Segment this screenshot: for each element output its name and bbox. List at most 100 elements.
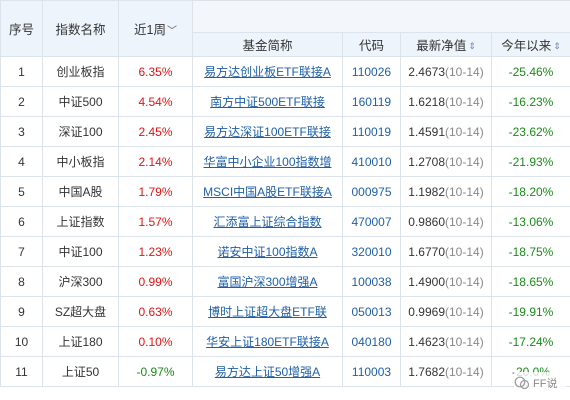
row-fund-cell: 汇添富上证综合指数 xyxy=(192,206,343,237)
row-code: 470007 xyxy=(342,206,401,237)
row-ytd: -16.23% xyxy=(491,86,570,117)
row-seq: 9 xyxy=(0,296,43,327)
row-nav: 1.1982 xyxy=(408,184,445,199)
row-fund-cell: 易方达深证100ETF联接 xyxy=(192,116,343,147)
fund-link[interactable]: 富国沪深300增强A xyxy=(217,275,317,289)
row-index-name: 中证500 xyxy=(42,86,119,117)
header-nav[interactable]: 最新净值 ⇕ xyxy=(400,32,492,57)
row-week-change: 0.99% xyxy=(118,266,193,297)
row-nav-date: (10-14) xyxy=(445,244,484,259)
row-nav-cell: 1.2708(10-14) xyxy=(400,146,492,177)
row-fund-cell: 南方中证500ETF联接 xyxy=(192,86,343,117)
header-blank-cell xyxy=(192,0,570,33)
row-seq: 4 xyxy=(0,146,43,177)
row-code: 050013 xyxy=(342,296,401,327)
fund-link[interactable]: 南方中证500ETF联接 xyxy=(210,95,325,109)
table-row: 3 深证100 2.45% 易方达深证100ETF联接 110019 1.4591(10-… xyxy=(0,116,570,147)
row-ytd: -25.46% xyxy=(491,56,570,87)
row-code: 320010 xyxy=(342,236,401,267)
row-nav-date: (10-14) xyxy=(445,304,484,319)
row-nav-date: (10-14) xyxy=(445,364,484,379)
row-index-name: 中国A股 xyxy=(42,176,119,207)
row-ytd: -18.75% xyxy=(491,236,570,267)
row-ytd: -17.24% xyxy=(491,326,570,357)
fund-link[interactable]: 易方达上证50增强A xyxy=(215,365,320,379)
row-index-name: 上证50 xyxy=(42,356,119,387)
row-nav-cell: 0.9860(10-14) xyxy=(400,206,492,237)
row-nav: 1.6218 xyxy=(408,94,445,109)
table-row: 7 中证100 1.23% 诺安中证100指数A 320010 1.6770(10-14)… xyxy=(0,236,570,267)
row-nav-date: (10-14) xyxy=(445,124,484,139)
row-nav-date: (10-14) xyxy=(445,214,484,229)
row-nav-cell: 0.9969(10-14) xyxy=(400,296,492,327)
row-fund-cell: 易方达上证50增强A xyxy=(192,356,343,387)
row-week-change: 4.54% xyxy=(118,86,193,117)
row-seq: 1 xyxy=(0,56,43,87)
row-fund-cell: 华富中小企业100指数增 xyxy=(192,146,343,177)
wechat-logo-icon xyxy=(514,376,530,390)
row-seq: 7 xyxy=(0,236,43,267)
row-nav-date: (10-14) xyxy=(445,64,484,79)
row-nav-date: (10-14) xyxy=(445,154,484,169)
row-index-name: 深证100 xyxy=(42,116,119,147)
row-fund-cell: 易方达创业板ETF联接A xyxy=(192,56,343,87)
row-nav-cell: 1.7682(10-14) xyxy=(400,356,492,387)
table-row: 8 沪深300 0.99% 富国沪深300增强A 100038 1.4900(10-14)… xyxy=(0,266,570,297)
row-week-change: 0.10% xyxy=(118,326,193,357)
row-nav: 0.9969 xyxy=(408,304,445,319)
row-ytd: -23.62% xyxy=(491,116,570,147)
header-ytd[interactable]: 今年以来 ⇕ xyxy=(491,32,570,57)
row-code: 410010 xyxy=(342,146,401,177)
row-seq: 11 xyxy=(0,356,43,387)
row-code: 100038 xyxy=(342,266,401,297)
fund-link[interactable]: 华安上证180ETF联接A xyxy=(206,335,329,349)
row-code: 110026 xyxy=(342,56,401,87)
header-week-change[interactable]: 近1周﹀ xyxy=(118,0,193,57)
header-seq: 序号 xyxy=(0,0,43,57)
row-nav-cell: 1.1982(10-14) xyxy=(400,176,492,207)
row-ytd: -18.20% xyxy=(491,176,570,207)
fund-link[interactable]: 博时上证超大盘ETF联 xyxy=(208,305,327,319)
row-ytd: -19.91% xyxy=(491,296,570,327)
row-nav: 1.2708 xyxy=(408,154,445,169)
fund-link[interactable]: 诺安中证100指数A xyxy=(217,245,317,259)
fund-link[interactable]: MSCI中国A股ETF联接A xyxy=(203,185,332,199)
fund-link[interactable]: 易方达深证100ETF联接 xyxy=(204,125,331,139)
table-row: 5 中国A股 1.79% MSCI中国A股ETF联接A 000975 1.1982(10-… xyxy=(0,176,570,207)
row-index-name: SZ超大盘 xyxy=(42,296,119,327)
fund-index-table-screen: 序号 指数名称 近1周﹀ 基金简称 代码 最新净值 ⇕ 今年以来 ⇕ 1 创业板指 6.… xyxy=(0,0,570,400)
row-nav-cell: 2.4673(10-14) xyxy=(400,56,492,87)
row-nav-date: (10-14) xyxy=(445,334,484,349)
row-week-change: 2.45% xyxy=(118,116,193,147)
row-seq: 5 xyxy=(0,176,43,207)
row-nav-cell: 1.4900(10-14) xyxy=(400,266,492,297)
fund-link[interactable]: 华富中小企业100指数增 xyxy=(203,155,331,169)
row-nav-cell: 1.4591(10-14) xyxy=(400,116,492,147)
row-index-name: 沪深300 xyxy=(42,266,119,297)
row-nav: 1.4900 xyxy=(408,274,445,289)
row-week-change: 2.14% xyxy=(118,146,193,177)
fund-link[interactable]: 易方达创业板ETF联接A xyxy=(204,65,331,79)
chevron-down-icon[interactable]: ﹀ xyxy=(167,22,177,37)
row-nav: 1.6770 xyxy=(408,244,445,259)
row-nav-cell: 1.6770(10-14) xyxy=(400,236,492,267)
row-index-name: 中小板指 xyxy=(42,146,119,177)
row-seq: 6 xyxy=(0,206,43,237)
sort-icon[interactable]: ⇕ xyxy=(553,41,561,52)
row-week-change: 6.35% xyxy=(118,56,193,87)
table-row: 10 上证180 0.10% 华安上证180ETF联接A 040180 1.4623(10… xyxy=(0,326,570,357)
row-fund-cell: 华安上证180ETF联接A xyxy=(192,326,343,357)
row-code: 160119 xyxy=(342,86,401,117)
row-fund-cell: 博时上证超大盘ETF联 xyxy=(192,296,343,327)
watermark-text: FF说 xyxy=(533,378,558,390)
row-nav: 1.4623 xyxy=(408,334,445,349)
header-week-label: 近1周 xyxy=(134,23,166,37)
row-nav-cell: 1.6218(10-14) xyxy=(400,86,492,117)
sort-icon[interactable]: ⇕ xyxy=(468,41,476,52)
fund-link[interactable]: 汇添富上证综合指数 xyxy=(213,215,321,229)
row-ytd: -21.93% xyxy=(491,146,570,177)
row-week-change: 0.63% xyxy=(118,296,193,327)
index-fund-table: 序号 指数名称 近1周﹀ 基金简称 代码 最新净值 ⇕ 今年以来 ⇕ 1 创业板指 6.… xyxy=(0,0,570,387)
row-index-name: 中证100 xyxy=(42,236,119,267)
header-ytd-label: 今年以来 xyxy=(501,39,552,53)
